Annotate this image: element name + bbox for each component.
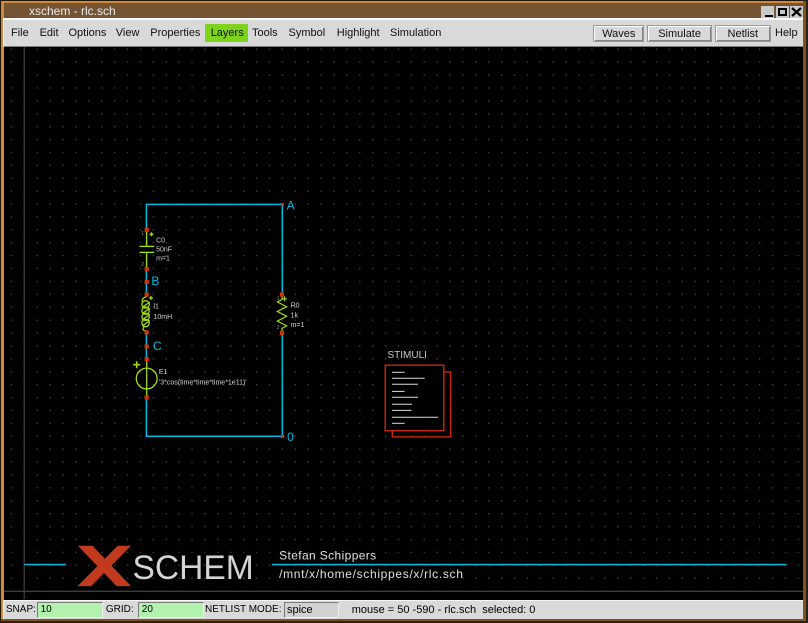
svg-text:0: 0: [287, 430, 294, 444]
svg-text:SCHEM: SCHEM: [133, 549, 254, 587]
svg-text:1k: 1k: [291, 312, 299, 319]
svg-text:1: 1: [141, 231, 144, 237]
svg-text:A: A: [287, 198, 295, 212]
svg-text:STIMULI: STIMULI: [388, 350, 427, 361]
svg-text:R0: R0: [291, 302, 300, 309]
svg-text:'3*cos(time*time*time*1e11)': '3*cos(time*time*time*1e11)': [159, 379, 247, 386]
svg-text:50nF: 50nF: [156, 247, 172, 254]
svg-text:2: 2: [277, 325, 280, 331]
svg-text:/mnt/x/home/schippes/x/rlc.sch: /mnt/x/home/schippes/x/rlc.sch: [279, 567, 463, 581]
svg-text:2: 2: [141, 262, 144, 268]
svg-text:10mH: 10mH: [154, 314, 173, 321]
svg-text:Stefan Schippers: Stefan Schippers: [279, 549, 376, 563]
svg-text:C0: C0: [156, 237, 165, 244]
svg-text:m=1: m=1: [291, 322, 305, 329]
svg-text:B: B: [151, 274, 159, 288]
svg-text:m=1: m=1: [156, 256, 170, 263]
svg-text:E1: E1: [159, 369, 168, 376]
svg-text:l1: l1: [154, 303, 160, 310]
svg-text:C: C: [153, 339, 162, 353]
svg-text:1: 1: [277, 296, 280, 302]
